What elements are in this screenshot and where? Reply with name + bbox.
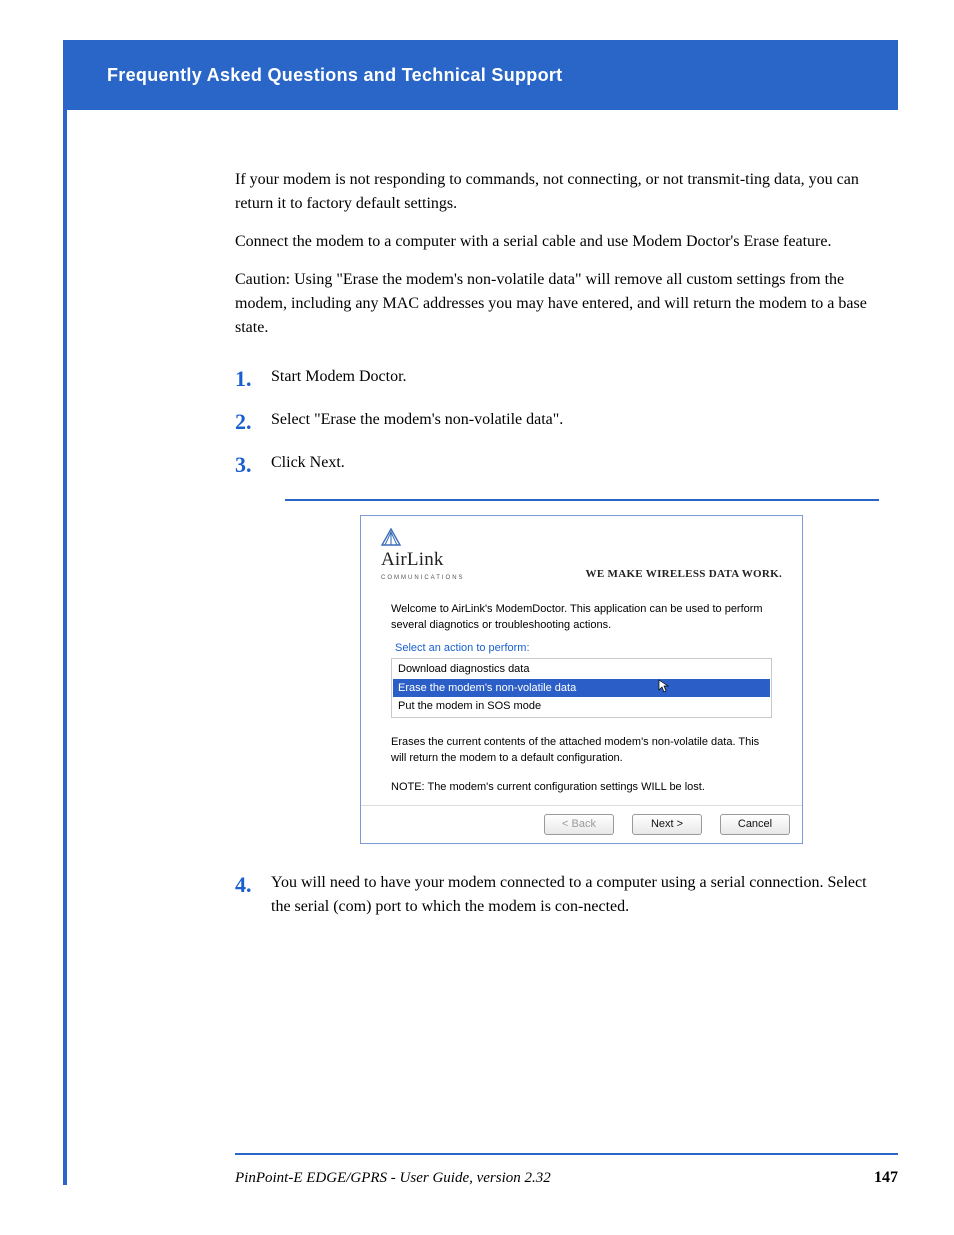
wizard-body: Welcome to AirLink's ModemDoctor. This a… [361,593,802,806]
next-button[interactable]: Next > [632,814,702,835]
brand-name: AirLink [381,546,444,575]
action-listbox[interactable]: Download diagnostics data Erase the mode… [393,660,770,716]
option-description: Erases the current contents of the attac… [391,734,772,767]
listbox-option-label: Erase the modem's non-volatile data [398,682,576,694]
airlink-logo-icon [844,53,888,102]
steps-list: 1. Start Modem Doctor. 2. Select "Erase … [235,362,875,481]
document-header: Frequently Asked Questions and Technical… [67,40,898,110]
step-item: 3. Click Next. [235,448,875,481]
listbox-option-erase[interactable]: Erase the modem's non-volatile data [393,679,770,698]
wizard-button-row: < Back Next > Cancel [361,805,802,843]
listbox-option-sos[interactable]: Put the modem in SOS mode [393,697,770,716]
step-text: Start Modem Doctor. [271,362,407,395]
brand-tagline: WE MAKE WIRELESS DATA WORK. [586,566,782,583]
step-item: 4. You will need to have your modem conn… [235,868,875,919]
cancel-button[interactable]: Cancel [720,814,790,835]
brand-subtitle: COMMUNICATIONS [381,574,465,583]
page-footer: PinPoint-E EDGE/GPRS - User Guide, versi… [235,1169,898,1187]
step-text: You will need to have your modem connect… [271,868,875,919]
figure: AirLink COMMUNICATIONS WE MAKE WIRELESS … [235,499,875,844]
intro-paragraph-2: Connect the modem to a computer with a s… [235,230,875,254]
left-margin-rule [63,40,67,1185]
step-number: 4. [235,868,271,919]
step-number: 2. [235,405,271,438]
back-button: < Back [544,814,614,835]
caution-paragraph: Caution: Using "Erase the modem's non-vo… [235,268,875,340]
intro-paragraph-1: If your modem is not responding to comma… [235,168,875,216]
step-item: 2. Select "Erase the modem's non-volatil… [235,405,875,438]
step-number: 1. [235,362,271,395]
cursor-icon [658,679,670,699]
header-title: Frequently Asked Questions and Technical… [107,65,562,86]
step-number: 3. [235,448,271,481]
option-note: NOTE: The modem's current configuration … [391,779,772,796]
wizard-header: AirLink COMMUNICATIONS WE MAKE WIRELESS … [361,516,802,593]
figure-top-rule [285,499,879,501]
page-body: If your modem is not responding to comma… [235,168,875,929]
wizard-dialog: AirLink COMMUNICATIONS WE MAKE WIRELESS … [360,515,803,844]
wizard-brand: AirLink COMMUNICATIONS [381,528,465,583]
step-item: 1. Start Modem Doctor. [235,362,875,395]
step-text: Click Next. [271,448,345,481]
footer-doc-title: PinPoint-E EDGE/GPRS - User Guide, versi… [235,1170,551,1187]
footer-rule [235,1153,898,1155]
footer-page-number: 147 [874,1169,898,1187]
wizard-welcome-text: Welcome to AirLink's ModemDoctor. This a… [391,601,772,634]
steps-list-continued: 4. You will need to have your modem conn… [235,868,875,919]
step-text: Select "Erase the modem's non-volatile d… [271,405,563,438]
fieldset-label: Select an action to perform: [395,642,530,654]
airlink-logo-icon [381,528,401,546]
listbox-option-download[interactable]: Download diagnostics data [393,660,770,679]
action-fieldset: Download diagnostics data Erase the mode… [391,658,772,718]
